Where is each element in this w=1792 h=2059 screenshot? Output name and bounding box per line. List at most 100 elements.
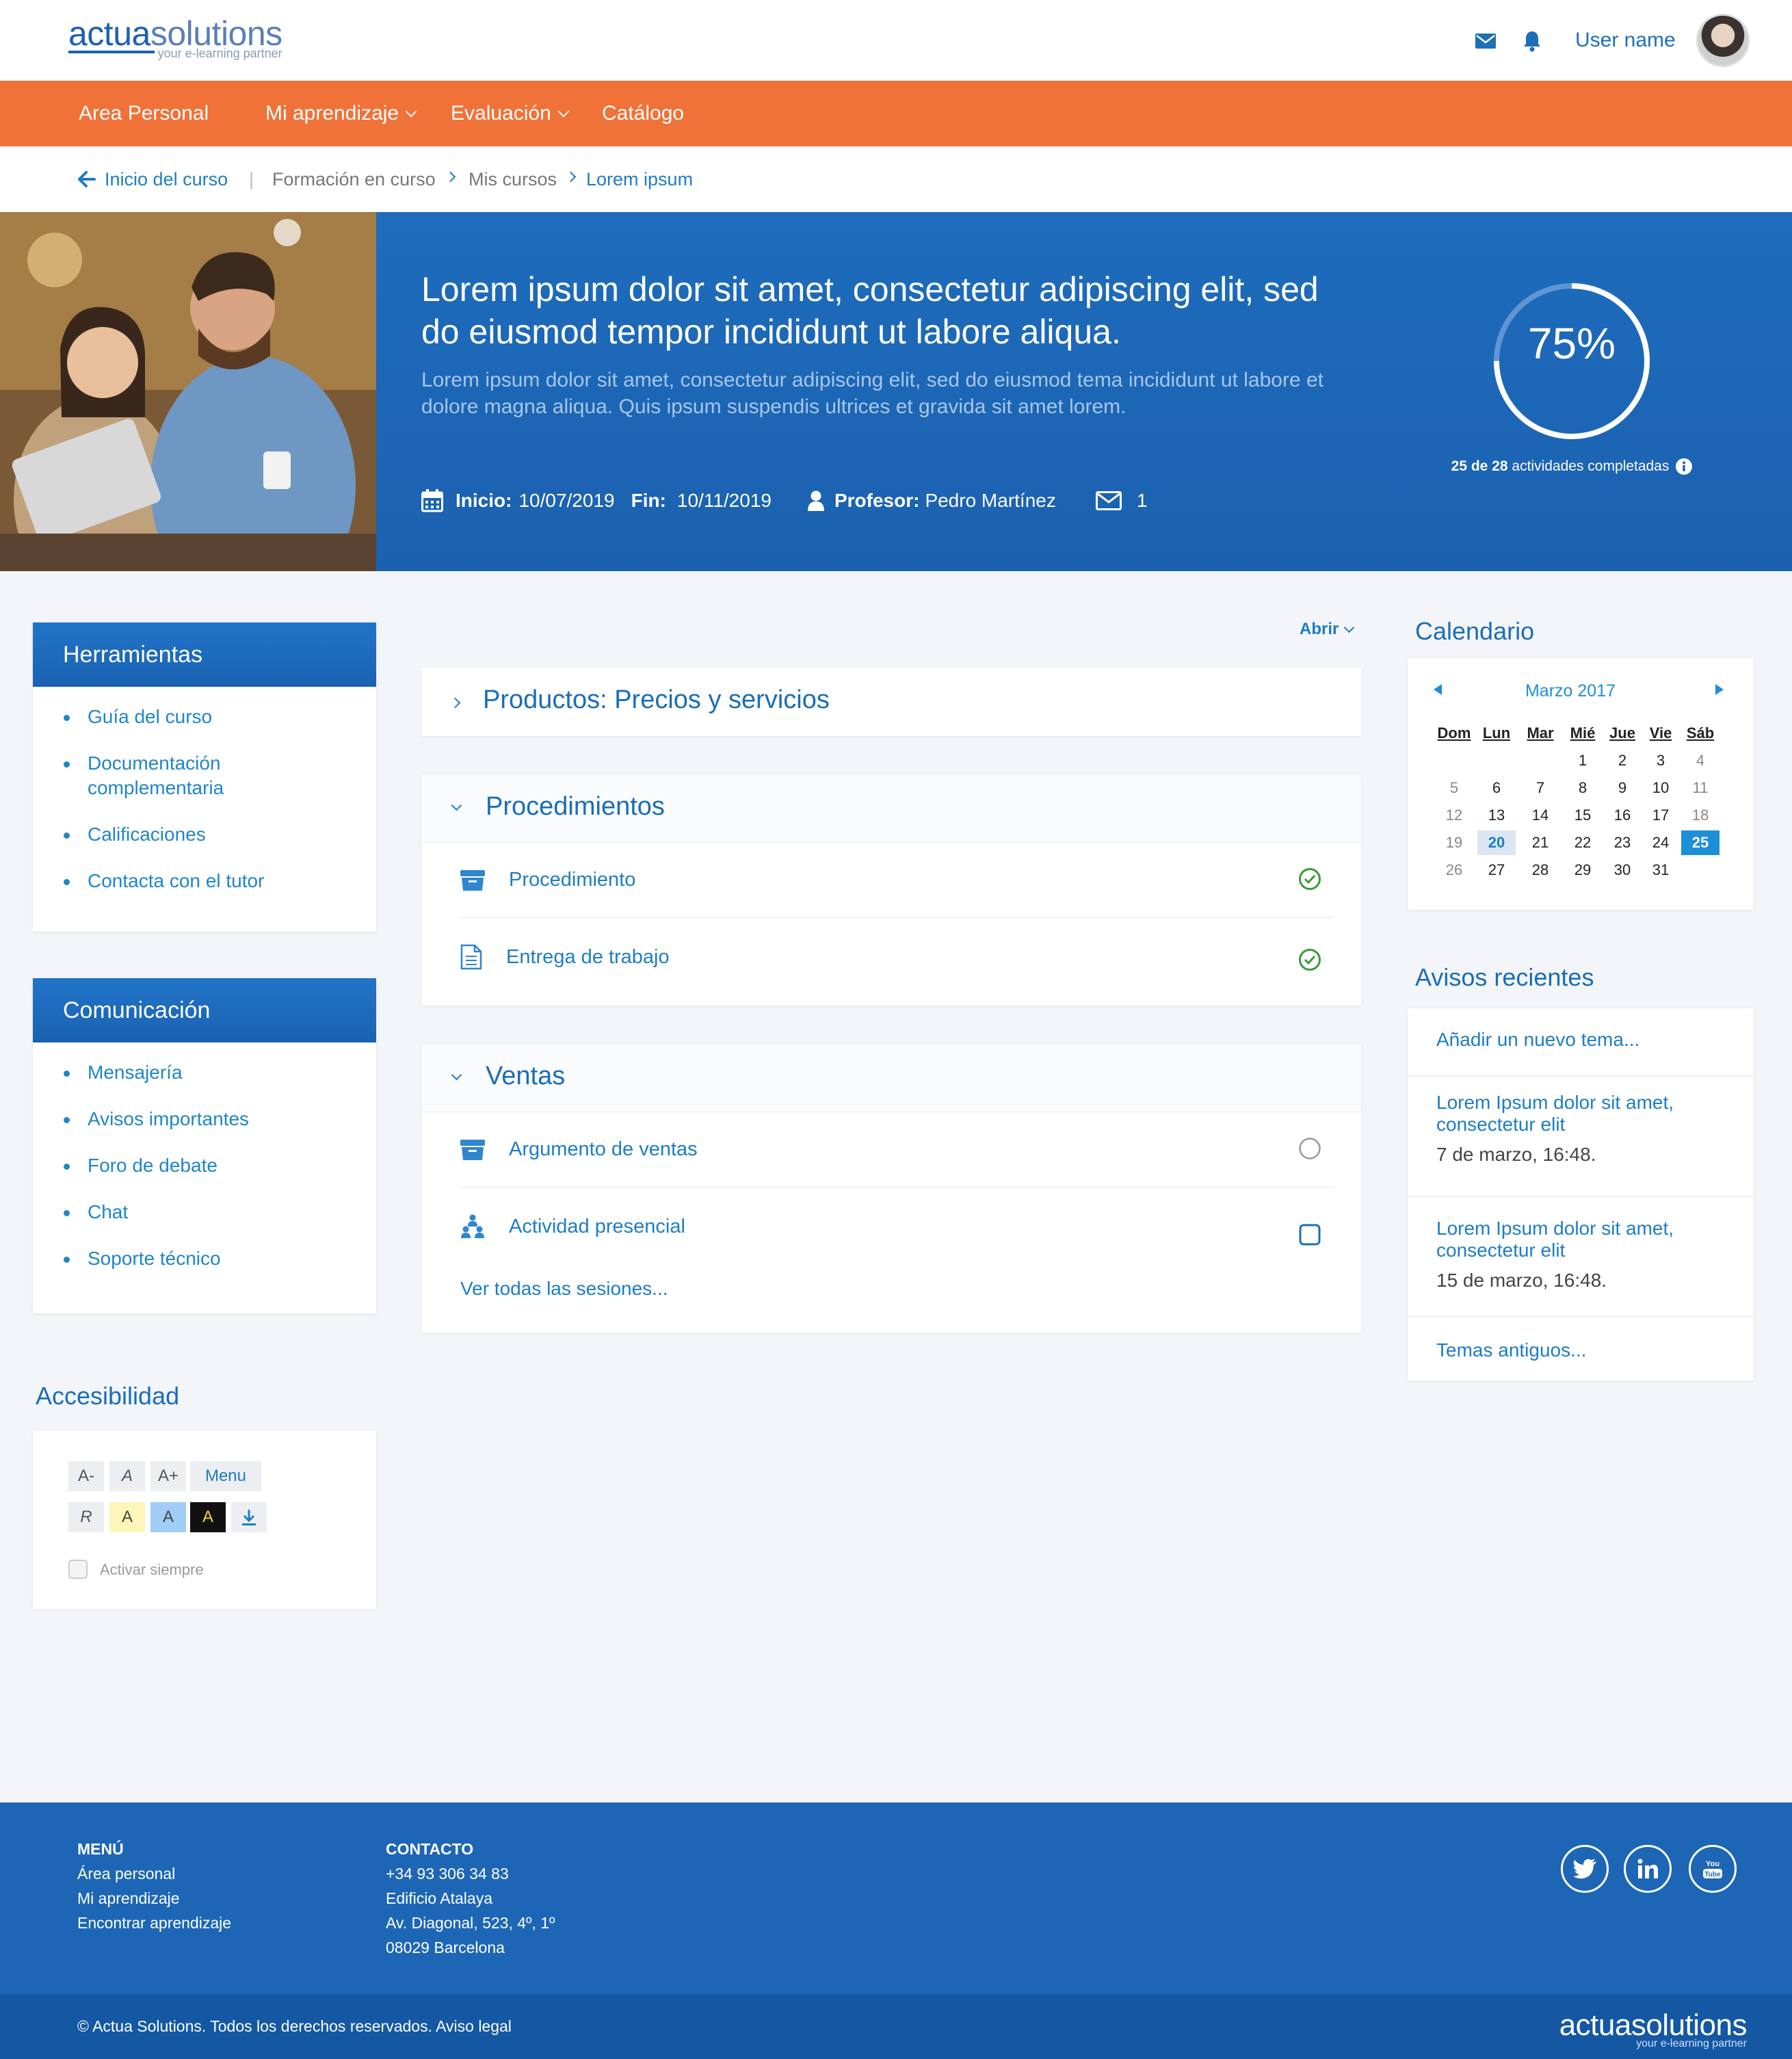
notice-item[interactable]: Lorem Ipsum dolor sit amet, consectetur … — [1408, 1075, 1754, 1196]
always-checkbox[interactable] — [68, 1560, 88, 1579]
calendar-day[interactable]: 13 — [1477, 803, 1516, 828]
copyright[interactable]: © Actua Solutions. Todos los derechos re… — [77, 2017, 512, 2036]
messages-count[interactable]: 1 — [1137, 490, 1148, 512]
nav-catalogo[interactable]: Catálogo — [602, 81, 684, 146]
communication-item[interactable]: Mensajería — [64, 1060, 376, 1085]
calendar-day[interactable]: 19 — [1435, 830, 1473, 855]
calendar-day[interactable]: 25 — [1681, 830, 1719, 855]
youtube-icon[interactable]: You Tube — [1689, 1845, 1737, 1893]
envelope-icon[interactable] — [1095, 491, 1122, 510]
always-label: Activar siempre — [100, 1561, 204, 1578]
teacher-name[interactable]: Pedro Martínez — [925, 490, 1055, 512]
calendar-day[interactable]: 17 — [1642, 803, 1680, 828]
calendar-day[interactable]: 27 — [1477, 858, 1516, 882]
envelope-icon[interactable] — [1473, 29, 1498, 53]
calendar-weekday: Sáb — [1686, 724, 1715, 742]
calendar-day[interactable]: 22 — [1564, 830, 1602, 855]
calendar-day[interactable]: 4 — [1681, 748, 1719, 773]
tools-item[interactable]: Guía del curso — [64, 705, 376, 729]
calendar-day[interactable]: 6 — [1477, 776, 1516, 800]
nav-evaluacion[interactable]: Evaluación — [451, 81, 570, 146]
calendar-day[interactable]: 15 — [1564, 803, 1602, 828]
nav-area-personal[interactable]: Area Personal — [79, 81, 209, 146]
calendar-day[interactable]: 21 — [1521, 830, 1559, 855]
calendar-day[interactable]: 18 — [1681, 803, 1719, 828]
footer-link[interactable]: Encontrar aprendizaje — [77, 1911, 231, 1935]
open-all-button[interactable]: Abrir — [1300, 620, 1355, 639]
calendar-day[interactable]: 24 — [1642, 830, 1680, 855]
calendar-day[interactable]: 12 — [1435, 803, 1473, 828]
nav-label: Mi aprendizaje — [265, 102, 399, 124]
info-icon[interactable] — [1676, 458, 1693, 475]
calendar-day[interactable]: 5 — [1435, 776, 1473, 800]
notice-title: Lorem Ipsum dolor sit amet, consectetur … — [1436, 1092, 1674, 1135]
next-month-icon[interactable] — [1714, 683, 1725, 700]
communication-item[interactable]: Avisos importantes — [64, 1107, 376, 1131]
footer-logo[interactable]: actuasolutions your e-learning partner — [1559, 2010, 1748, 2050]
calendar-day[interactable]: 8 — [1564, 776, 1602, 800]
footer-contact: CONTACTO +34 93 306 34 83 Edificio Atala… — [386, 1837, 555, 1960]
twitter-icon[interactable] — [1561, 1845, 1609, 1893]
tools-item[interactable]: Contacta con el tutor — [64, 869, 376, 893]
communication-item[interactable]: Soporte técnico — [64, 1246, 376, 1271]
font-reset-button[interactable]: A — [109, 1461, 145, 1491]
activity-row[interactable]: Argumento de ventas — [460, 1112, 1334, 1188]
communication-item[interactable]: Chat — [64, 1200, 376, 1224]
logo[interactable]: actuasolutions your e-learning partner — [68, 16, 282, 61]
menu-button[interactable]: Menu — [190, 1461, 261, 1491]
checkbox-icon[interactable] — [1298, 1223, 1321, 1250]
user-name[interactable]: User name — [1575, 29, 1676, 52]
avatar[interactable] — [1696, 14, 1750, 67]
font-increase-button[interactable]: A+ — [150, 1461, 186, 1491]
communication-item[interactable]: Foro de debate — [64, 1153, 376, 1178]
breadcrumb-item[interactable]: Formación en curso — [272, 146, 436, 212]
calendar-day[interactable]: 14 — [1521, 803, 1559, 828]
tools-item[interactable]: Calificaciones — [64, 822, 376, 847]
calendar-day[interactable]: 3 — [1642, 748, 1680, 773]
calendar-day[interactable]: 7 — [1521, 776, 1559, 800]
calendar-day[interactable]: 23 — [1603, 830, 1642, 855]
chevron-down-icon — [451, 800, 462, 813]
section-productos[interactable]: Productos: Precios y servicios — [421, 668, 1361, 736]
breadcrumb-item[interactable]: Mis cursos — [469, 146, 557, 212]
calendar-day[interactable]: 1 — [1564, 748, 1602, 773]
view-all-sessions-link[interactable]: Ver todas las sesiones... — [460, 1278, 668, 1300]
arrow-left-icon[interactable] — [78, 171, 96, 187]
calendar-day[interactable]: 29 — [1564, 858, 1602, 882]
calendar-day[interactable]: 31 — [1642, 858, 1680, 882]
footer-link[interactable]: Mi aprendizaje — [77, 1886, 231, 1911]
chevron-down-icon — [451, 1069, 462, 1082]
font-decrease-button[interactable]: A- — [68, 1461, 104, 1491]
notice-date: 15 de marzo, 16:48. — [1436, 1270, 1607, 1291]
blue-contrast-button[interactable]: A — [150, 1502, 186, 1532]
calendar-day[interactable]: 20 — [1477, 830, 1516, 855]
calendar-day[interactable]: 10 — [1642, 776, 1680, 800]
add-topic-link[interactable]: Añadir un nuevo tema... — [1408, 1008, 1754, 1075]
calendar-day[interactable]: 16 — [1603, 803, 1642, 828]
activity-row[interactable]: Procedimiento — [460, 843, 1334, 918]
section-header[interactable]: Procedimientos — [421, 774, 1361, 843]
yellow-contrast-button[interactable]: A — [109, 1502, 145, 1532]
tools-item[interactable]: Documentación complementaria — [64, 751, 252, 800]
dark-contrast-button[interactable]: A — [190, 1502, 226, 1532]
calendar-day[interactable]: 9 — [1603, 776, 1642, 800]
activity-row[interactable]: Entrega de trabajo — [460, 919, 1334, 995]
calendar-day[interactable]: 26 — [1435, 858, 1473, 882]
activity-row[interactable]: Actividad presencial — [460, 1189, 1334, 1264]
calendar-day[interactable]: 2 — [1603, 748, 1642, 773]
nav-mi-aprendizaje[interactable]: Mi aprendizaje — [265, 81, 417, 146]
calendar-day[interactable]: 30 — [1603, 858, 1642, 882]
calendar-day[interactable]: 11 — [1681, 776, 1719, 800]
footer-link[interactable]: Área personal — [77, 1861, 231, 1886]
breadcrumb-back[interactable]: Inicio del curso — [105, 146, 228, 212]
bell-icon[interactable] — [1520, 29, 1544, 53]
breadcrumb-current: Lorem ipsum — [586, 169, 694, 189]
calendar-day[interactable]: 28 — [1521, 858, 1559, 882]
course-meta: Inicio: 10/07/2019 Fin: 10/11/2019 Profe… — [421, 486, 1147, 516]
download-icon[interactable] — [231, 1502, 267, 1532]
old-topics-link[interactable]: Temas antiguos... — [1408, 1316, 1754, 1380]
reset-contrast-button[interactable]: R — [68, 1502, 104, 1532]
linkedin-icon[interactable] — [1624, 1845, 1672, 1893]
notice-item[interactable]: Lorem Ipsum dolor sit amet, consectetur … — [1408, 1196, 1754, 1316]
section-header[interactable]: Ventas — [421, 1044, 1361, 1112]
